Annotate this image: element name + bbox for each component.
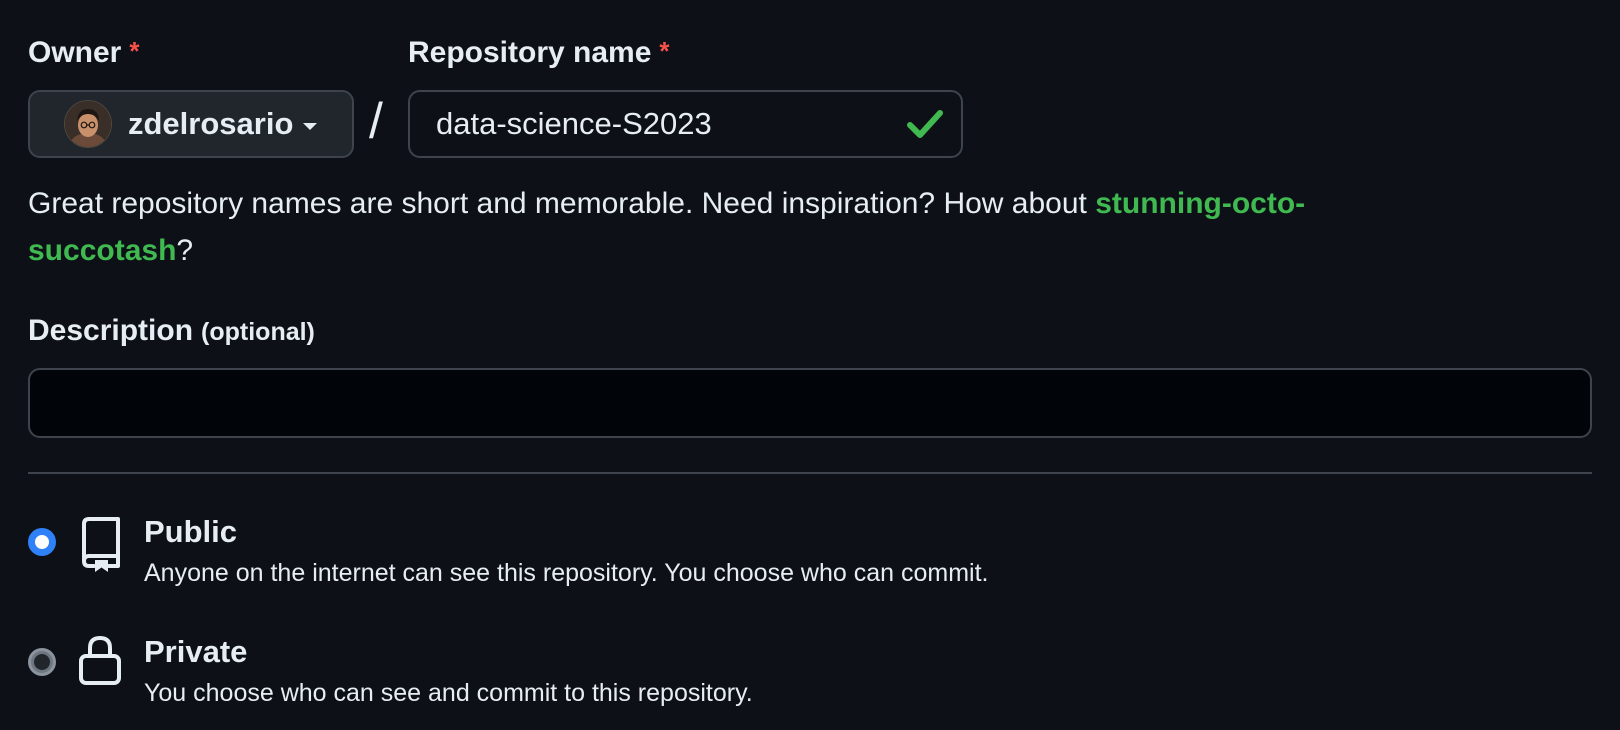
- optional-text: (optional): [201, 318, 315, 346]
- description-input[interactable]: [28, 368, 1592, 438]
- owner-label-text: Owner: [28, 36, 122, 69]
- private-description: You choose who can see and commit to thi…: [144, 679, 753, 707]
- public-title: Public: [144, 514, 238, 549]
- description-label: Description (optional): [28, 314, 315, 348]
- public-radio[interactable]: [28, 528, 56, 556]
- visibility-option-public[interactable]: Public Anyone on the internet can see th…: [28, 514, 1128, 596]
- repo-name-hint: Great repository names are short and mem…: [28, 180, 1468, 274]
- divider: [28, 472, 1592, 474]
- private-radio[interactable]: [28, 648, 56, 676]
- private-title: Private: [144, 634, 248, 669]
- check-icon: [907, 110, 943, 138]
- required-marker: *: [659, 36, 670, 66]
- repo-icon: [82, 517, 120, 572]
- hint-text: Great repository names are short and mem…: [28, 187, 1096, 220]
- user-avatar-icon: [65, 101, 111, 147]
- hint-suffix: ?: [176, 234, 194, 267]
- lock-icon: [79, 635, 121, 685]
- chevron-down-icon: [303, 122, 318, 130]
- visibility-option-private[interactable]: Private You choose who can see and commi…: [28, 634, 1128, 716]
- path-separator: /: [369, 93, 383, 149]
- avatar: [64, 100, 112, 148]
- owner-select[interactable]: zdelrosario: [28, 90, 354, 158]
- repo-name-field: [408, 90, 963, 158]
- repo-name-input[interactable]: [436, 92, 876, 156]
- repo-name-label-text: Repository name: [408, 36, 652, 69]
- owner-label: Owner *: [28, 36, 139, 70]
- public-description: Anyone on the internet can see this repo…: [144, 559, 989, 587]
- repo-name-label: Repository name *: [408, 36, 670, 70]
- description-label-text: Description: [28, 314, 194, 347]
- required-marker: *: [129, 36, 140, 66]
- owner-name: zdelrosario: [128, 106, 294, 141]
